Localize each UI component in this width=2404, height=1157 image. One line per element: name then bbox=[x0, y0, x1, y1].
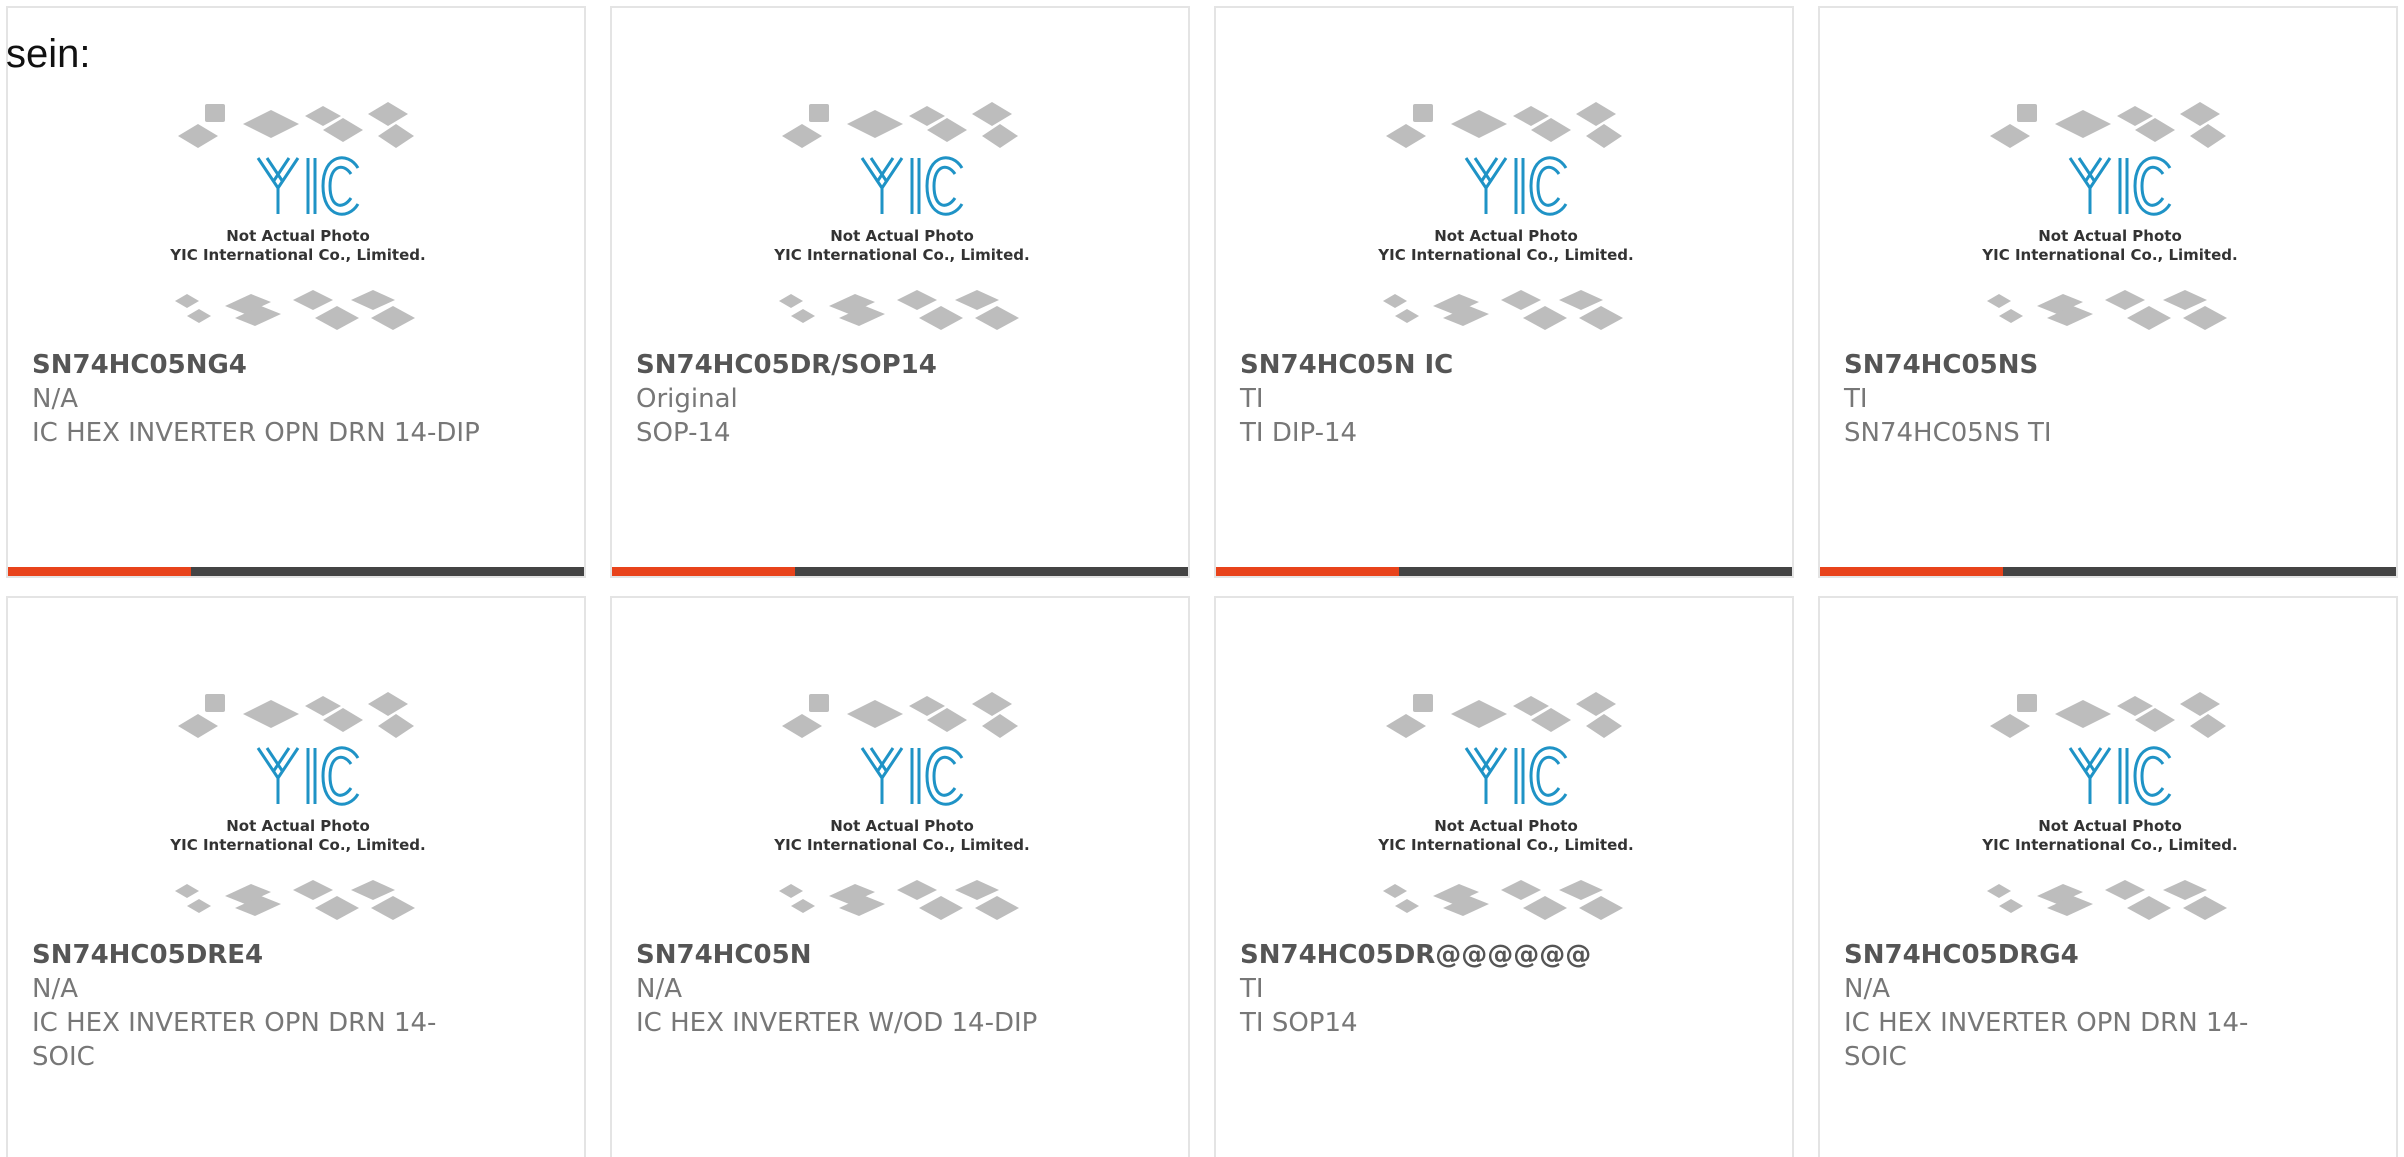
product-part-number[interactable]: SN74HC05DR/SOP14 bbox=[636, 348, 1086, 382]
product-card[interactable]: Not Actual Photo YIC International Co., … bbox=[610, 596, 1190, 1157]
product-part-number[interactable]: SN74HC05DRG4 bbox=[1844, 938, 2294, 972]
product-placeholder-image: Not Actual Photo YIC International Co., … bbox=[1981, 102, 2238, 330]
product-brand: N/A bbox=[32, 384, 78, 414]
product-placeholder-image: Not Actual Photo YIC International Co., … bbox=[1981, 692, 2238, 920]
product-card[interactable]: Not Actual Photo YIC International Co., … bbox=[1818, 6, 2398, 578]
placeholder-line1: Not Actual Photo bbox=[830, 227, 974, 245]
product-description: TI DIP-14 bbox=[1240, 418, 1358, 448]
product-description: SOP-14 bbox=[636, 418, 731, 448]
product-part-number[interactable]: SN74HC05N IC bbox=[1240, 348, 1690, 382]
product-card[interactable]: Not Actual Photo YIC International Co., … bbox=[6, 596, 586, 1157]
placeholder-line2: YIC International Co., Limited. bbox=[1377, 246, 1633, 264]
product-card[interactable]: Not Actual Photo YIC International Co., … bbox=[1214, 596, 1794, 1157]
placeholder-line2: YIC International Co., Limited. bbox=[773, 836, 1029, 854]
placeholder-line1: Not Actual Photo bbox=[1434, 227, 1578, 245]
product-card[interactable]: Not Actual Photo YIC International Co., … bbox=[610, 6, 1190, 578]
product-info: SN74HC05DR@@@@@@ TI TI SOP14 bbox=[1240, 938, 1690, 1040]
placeholder-line1: Not Actual Photo bbox=[226, 817, 370, 835]
product-info: SN74HC05DRG4 N/A IC HEX INVERTER OPN DRN… bbox=[1844, 938, 2294, 1074]
card-accent-bar bbox=[612, 567, 795, 576]
product-part-number[interactable]: SN74HC05N bbox=[636, 938, 1086, 972]
product-info: SN74HC05DR/SOP14 Original SOP-14 bbox=[636, 348, 1086, 450]
card-accent-bar bbox=[8, 567, 191, 576]
product-brand: N/A bbox=[1844, 974, 1890, 1004]
product-grid-page: sein: Not Actual Photo YIC International… bbox=[0, 0, 2404, 1157]
product-brand: TI bbox=[1240, 384, 1264, 414]
product-card[interactable]: Not Actual Photo YIC International Co., … bbox=[1818, 596, 2398, 1157]
product-description: IC HEX INVERTER OPN DRN 14-SOIC bbox=[32, 1008, 437, 1072]
placeholder-line2: YIC International Co., Limited. bbox=[1981, 836, 2237, 854]
product-placeholder-image: Not Actual Photo YIC International Co., … bbox=[773, 102, 1030, 330]
placeholder-line2: YIC International Co., Limited. bbox=[773, 246, 1029, 264]
product-description: IC HEX INVERTER OPN DRN 14-SOIC bbox=[1844, 1008, 2249, 1072]
product-card[interactable]: Not Actual Photo YIC International Co., … bbox=[6, 6, 586, 578]
product-info: SN74HC05DRE4 N/A IC HEX INVERTER OPN DRN… bbox=[32, 938, 482, 1074]
product-placeholder-image: Not Actual Photo YIC International Co., … bbox=[773, 692, 1030, 920]
card-accent-bar bbox=[1216, 567, 1399, 576]
product-part-number[interactable]: SN74HC05DR@@@@@@ bbox=[1240, 938, 1690, 972]
placeholder-line1: Not Actual Photo bbox=[830, 817, 974, 835]
placeholder-line2: YIC International Co., Limited. bbox=[169, 246, 425, 264]
product-part-number[interactable]: SN74HC05NS bbox=[1844, 348, 2294, 382]
product-description: TI SOP14 bbox=[1240, 1008, 1358, 1038]
product-description: SN74HC05NS TI bbox=[1844, 418, 2052, 448]
product-info: SN74HC05NG4 N/A IC HEX INVERTER OPN DRN … bbox=[32, 348, 482, 450]
product-placeholder-image: Not Actual Photo YIC International Co., … bbox=[1377, 692, 1634, 920]
product-info: SN74HC05N N/A IC HEX INVERTER W/OD 14-DI… bbox=[636, 938, 1086, 1040]
product-card[interactable]: Not Actual Photo YIC International Co., … bbox=[1214, 6, 1794, 578]
product-brand: N/A bbox=[32, 974, 78, 1004]
card-bottom-bar bbox=[8, 567, 584, 576]
placeholder-line2: YIC International Co., Limited. bbox=[1377, 836, 1633, 854]
product-brand: TI bbox=[1844, 384, 1868, 414]
product-placeholder-image: Not Actual Photo YIC International Co., … bbox=[169, 102, 426, 330]
placeholder-line1: Not Actual Photo bbox=[1434, 817, 1578, 835]
placeholder-line1: Not Actual Photo bbox=[2038, 817, 2182, 835]
placeholder-line1: Not Actual Photo bbox=[2038, 227, 2182, 245]
product-brand: N/A bbox=[636, 974, 682, 1004]
placeholder-line2: YIC International Co., Limited. bbox=[169, 836, 425, 854]
intro-text: sein: bbox=[6, 32, 91, 76]
product-info: SN74HC05N IC TI TI DIP-14 bbox=[1240, 348, 1690, 450]
product-brand: Original bbox=[636, 384, 738, 414]
product-placeholder-image: Not Actual Photo YIC International Co., … bbox=[1377, 102, 1634, 330]
product-info: SN74HC05NS TI SN74HC05NS TI bbox=[1844, 348, 2294, 450]
placeholder-line2: YIC International Co., Limited. bbox=[1981, 246, 2237, 264]
product-placeholder-image: Not Actual Photo YIC International Co., … bbox=[169, 692, 426, 920]
card-accent-bar bbox=[1820, 567, 2003, 576]
product-part-number[interactable]: SN74HC05DRE4 bbox=[32, 938, 482, 972]
product-description: IC HEX INVERTER W/OD 14-DIP bbox=[636, 1008, 1038, 1038]
product-part-number[interactable]: SN74HC05NG4 bbox=[32, 348, 482, 382]
placeholder-line1: Not Actual Photo bbox=[226, 227, 370, 245]
card-bottom-bar bbox=[1216, 567, 1792, 576]
product-brand: TI bbox=[1240, 974, 1264, 1004]
card-bottom-bar bbox=[612, 567, 1188, 576]
product-description: IC HEX INVERTER OPN DRN 14-DIP bbox=[32, 418, 480, 448]
card-bottom-bar bbox=[1820, 567, 2396, 576]
